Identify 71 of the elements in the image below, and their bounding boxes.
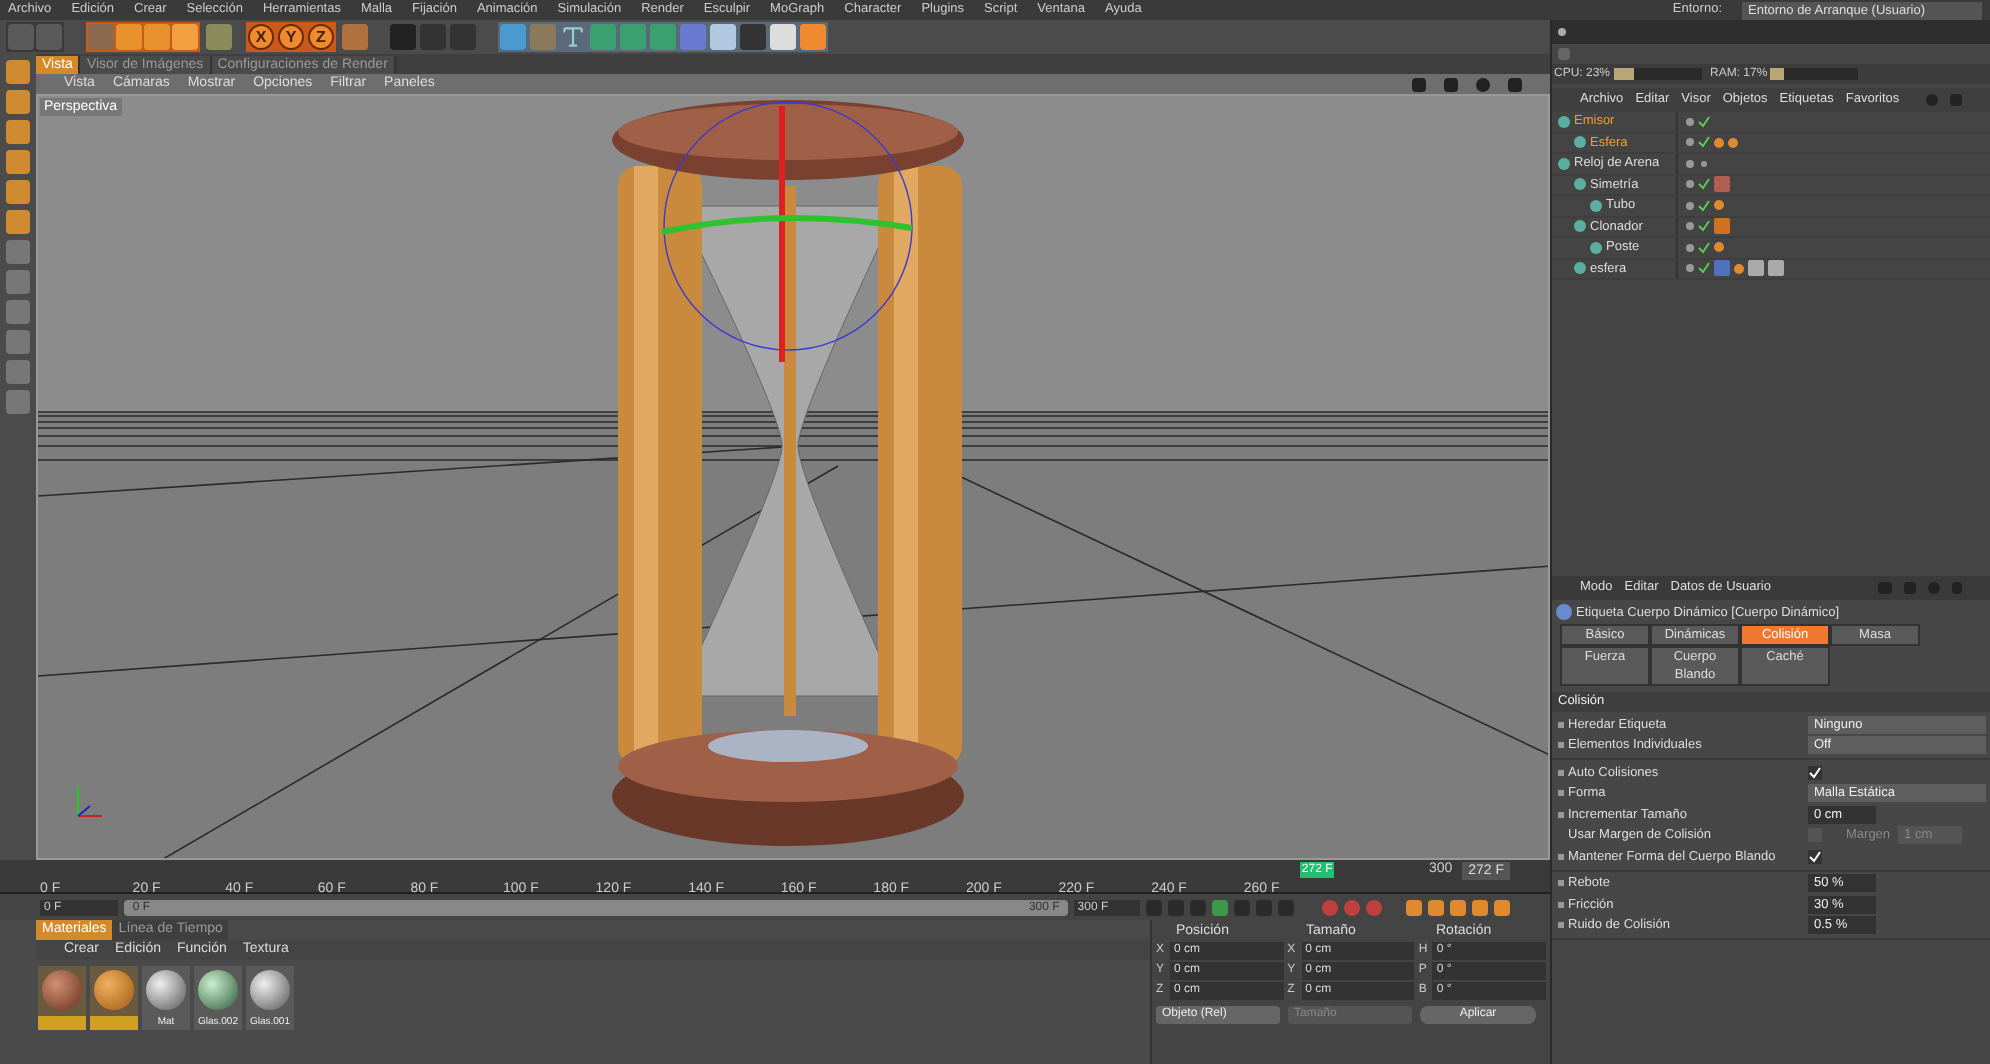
play-icon[interactable] [1212, 899, 1229, 915]
checkbox[interactable] [1808, 765, 1822, 780]
enabled-check-icon[interactable] [1698, 199, 1710, 212]
rotation-key-icon[interactable] [1450, 899, 1466, 915]
scale-icon[interactable] [144, 24, 170, 50]
axis-lock-toggle[interactable]: X [248, 24, 274, 50]
camera-icon[interactable] [740, 24, 766, 50]
light-icon[interactable] [770, 24, 796, 50]
loop-icon[interactable] [1256, 899, 1273, 915]
material-preview-icon [146, 970, 186, 1010]
enabled-check-icon[interactable] [1698, 262, 1710, 275]
enabled-check-icon[interactable] [1698, 178, 1710, 191]
cursor-icon[interactable] [88, 24, 114, 50]
record-icon[interactable] [1168, 899, 1185, 915]
next-frame-icon[interactable] [1234, 899, 1251, 915]
edit-icon[interactable] [6, 300, 30, 324]
move-icon[interactable] [116, 24, 142, 50]
snap-icon[interactable] [6, 330, 30, 354]
magnet-icon[interactable] [6, 360, 30, 384]
previous-frame-icon[interactable] [1190, 899, 1207, 915]
home-icon[interactable] [1950, 94, 1962, 106]
up-arrow-icon[interactable] [1904, 582, 1916, 594]
scale-key-icon[interactable] [1428, 899, 1444, 915]
model-icon[interactable] [6, 90, 30, 114]
dynamics-tag-icon [1556, 604, 1572, 620]
checkbox[interactable] [1808, 849, 1822, 864]
material-swatch[interactable] [90, 966, 138, 1030]
lock-icon[interactable] [1952, 582, 1962, 594]
enabled-check-icon[interactable] [1698, 115, 1710, 128]
axis-gizmo-icon [77, 785, 103, 817]
clapper-icon[interactable] [450, 24, 476, 50]
axis-lock-toggle[interactable]: Y [278, 24, 304, 50]
material-swatch[interactable] [38, 966, 86, 1030]
text-tool-icon[interactable] [560, 24, 586, 50]
back-arrow-icon[interactable] [1878, 582, 1892, 594]
search-icon[interactable] [1926, 94, 1938, 106]
coordinate-system-icon[interactable] [342, 24, 368, 50]
undo-icon[interactable] [8, 24, 34, 50]
edit-icon[interactable] [6, 270, 30, 294]
floor-icon[interactable] [710, 24, 736, 50]
mograph-icon[interactable] [650, 24, 676, 50]
clapper-icon[interactable] [420, 24, 446, 50]
go-start-icon[interactable] [1146, 899, 1163, 915]
object-mode-icon[interactable] [6, 60, 30, 84]
zoom-icon[interactable] [1444, 77, 1458, 91]
position-key-icon[interactable] [1406, 899, 1422, 915]
material-preview-icon [250, 970, 290, 1010]
redo-icon[interactable] [36, 24, 62, 50]
orbit-icon[interactable] [1476, 77, 1490, 91]
pan-icon[interactable] [1412, 77, 1426, 91]
go-end-icon[interactable] [1278, 899, 1295, 915]
enabled-check-icon[interactable] [1698, 241, 1710, 254]
range-slider-fill[interactable] [124, 899, 1068, 915]
material-preview-icon [94, 970, 134, 1010]
search-icon[interactable] [1928, 582, 1940, 594]
layer-icon[interactable] [6, 390, 30, 414]
rotate-icon[interactable] [172, 24, 198, 50]
material-preview-icon [42, 970, 82, 1010]
grip-icon[interactable] [1558, 48, 1570, 60]
scene-icon[interactable] [680, 24, 706, 50]
panel-icon[interactable] [1558, 28, 1566, 36]
deformer-icon[interactable] [620, 24, 646, 50]
enabled-check-icon[interactable] [1698, 220, 1710, 233]
param-key-icon[interactable] [1472, 899, 1488, 915]
material-icon[interactable] [800, 24, 826, 50]
enabled-check-icon[interactable] [1698, 136, 1710, 149]
clapper-icon[interactable] [390, 24, 416, 50]
axis-lock-toggle[interactable]: Z [308, 24, 334, 50]
material-preview-icon [198, 970, 238, 1010]
rotate-icon[interactable] [206, 24, 232, 50]
layout-icon[interactable] [1508, 77, 1522, 91]
